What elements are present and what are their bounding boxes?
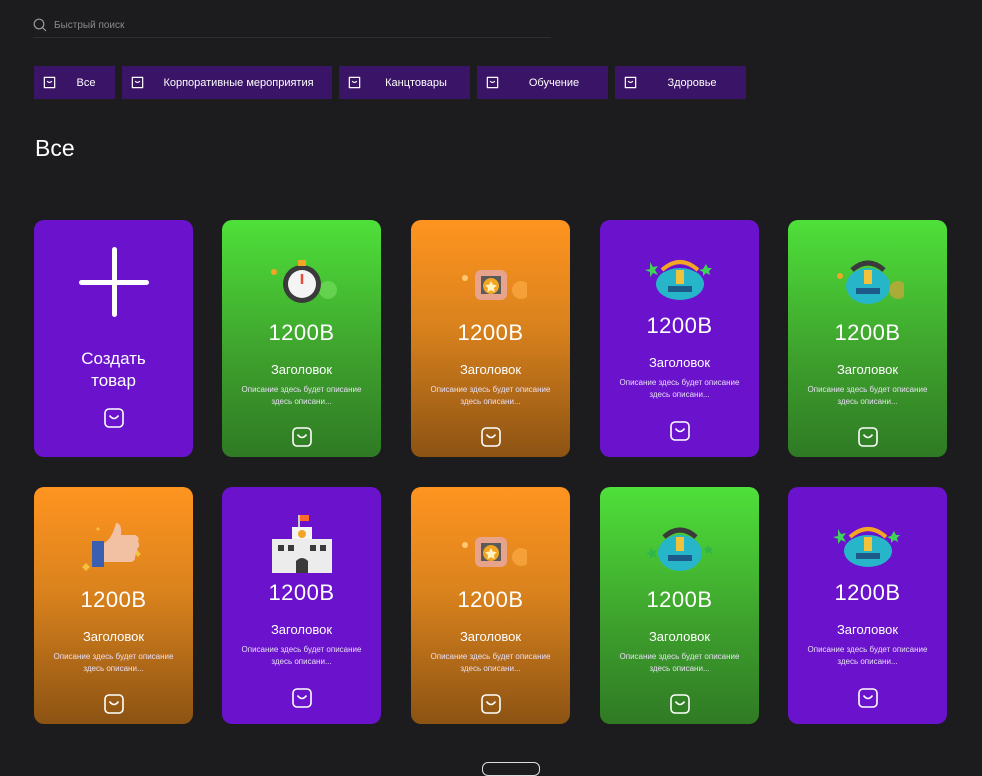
product-card[interactable]: 1200B Заголовок Описание здесь будет опи… — [222, 220, 381, 457]
category-chip-label: Здоровье — [667, 76, 717, 89]
search-bar[interactable] — [33, 13, 551, 38]
product-card[interactable]: 1200B Заголовок Описание здесь будет опи… — [600, 487, 759, 724]
school-building-icon — [271, 515, 332, 573]
trophy-island-icon — [832, 527, 900, 567]
product-title: Заголовок — [836, 622, 899, 637]
product-card[interactable]: 1200B Заголовок Описание здесь будет опи… — [34, 487, 193, 724]
search-input[interactable] — [54, 19, 514, 31]
product-price: 1200B — [834, 320, 901, 345]
bag-icon — [624, 76, 637, 89]
product-title: Заголовок — [459, 362, 522, 377]
bag-icon[interactable] — [479, 692, 503, 716]
product-card[interactable]: 1200B Заголовок Описание здесь будет опи… — [411, 487, 570, 724]
product-card[interactable]: 1200B Заголовок Описание здесь будет опи… — [411, 220, 570, 457]
product-price: 1200B — [457, 320, 524, 345]
product-title: Заголовок — [648, 355, 711, 370]
trophy-island-icon — [836, 260, 904, 304]
bag-icon — [43, 76, 56, 89]
product-price: 1200B — [268, 320, 335, 345]
product-title: Заголовок — [82, 629, 145, 644]
product-description: Описание здесь будет описание здесь опис… — [619, 652, 740, 673]
product-title: Заголовок — [836, 362, 899, 377]
create-product-label: Создать товар — [81, 349, 146, 390]
product-title: Заголовок — [648, 629, 711, 644]
product-description: Описание здесь будет описание здесь опис… — [619, 378, 740, 399]
bag-icon — [131, 76, 144, 89]
bag-icon[interactable] — [290, 686, 314, 710]
product-card[interactable]: 1200B Заголовок Описание здесь будет опи… — [788, 487, 947, 724]
category-chip-education[interactable]: Обучение — [477, 66, 608, 99]
category-chip-label: Корпоративные мероприятия — [163, 76, 314, 89]
bag-icon[interactable] — [479, 425, 503, 449]
product-description: Описание здесь будет описание здесь опис… — [53, 652, 174, 673]
product-title: Заголовок — [270, 362, 333, 377]
product-price: 1200B — [646, 587, 713, 612]
product-card[interactable]: 1200B Заголовок Описание здесь будет опи… — [788, 220, 947, 457]
product-description: Описание здесь будет описание здесь опис… — [807, 385, 928, 406]
bag-icon[interactable] — [856, 425, 880, 449]
category-chip-label: Канцтовары — [385, 76, 447, 89]
bag-icon — [486, 76, 499, 89]
bag-icon[interactable] — [102, 692, 126, 716]
product-price: 1200B — [80, 587, 147, 612]
trophy-island-icon — [645, 527, 713, 571]
category-chip-label: Обучение — [528, 76, 580, 89]
bag-icon[interactable] — [668, 419, 692, 443]
product-description: Описание здесь будет описание здесь опис… — [430, 385, 551, 406]
product-title: Заголовок — [270, 622, 333, 637]
product-description: Описание здесь будет описание здесь опис… — [241, 385, 362, 406]
product-description: Описание здесь будет описание здесь опис… — [430, 652, 551, 673]
thumbs-up-icon — [81, 523, 141, 571]
product-price: 1200B — [268, 580, 335, 605]
product-description: Описание здесь будет описание здесь опис… — [807, 645, 928, 666]
bag-icon[interactable] — [668, 692, 692, 716]
category-filter: Все Корпоративные мероприятия Канцтовары… — [34, 66, 753, 99]
category-chip-all[interactable]: Все — [34, 66, 115, 99]
trophy-island-icon — [644, 260, 712, 300]
category-chip-stationery[interactable]: Канцтовары — [339, 66, 470, 99]
product-price: 1200B — [457, 587, 524, 612]
product-price: 1200B — [834, 580, 901, 605]
medal-gift-icon — [461, 270, 527, 300]
pagination-control[interactable] — [482, 762, 540, 776]
stopwatch-icon — [270, 260, 337, 303]
product-card[interactable]: 1200B Заголовок Описание здесь будет опи… — [600, 220, 759, 457]
bag-icon[interactable] — [290, 425, 314, 449]
product-description: Описание здесь будет описание здесь опис… — [241, 645, 362, 666]
product-price: 1200B — [646, 313, 713, 338]
page-title: Все — [35, 135, 75, 161]
bag-icon[interactable] — [856, 686, 880, 710]
plus-icon — [79, 247, 149, 317]
bag-icon — [348, 76, 361, 89]
medal-gift-icon — [461, 537, 527, 567]
category-chip-corporate-events[interactable]: Корпоративные мероприятия — [122, 66, 332, 99]
category-chip-health[interactable]: Здоровье — [615, 66, 746, 99]
create-product-card[interactable]: Создать товар — [34, 220, 193, 457]
product-title: Заголовок — [459, 629, 522, 644]
bag-icon — [103, 408, 124, 428]
search-icon — [33, 18, 47, 32]
product-card[interactable]: 1200B Заголовок Описание здесь будет опи… — [222, 487, 381, 724]
category-chip-label: Все — [76, 76, 96, 89]
